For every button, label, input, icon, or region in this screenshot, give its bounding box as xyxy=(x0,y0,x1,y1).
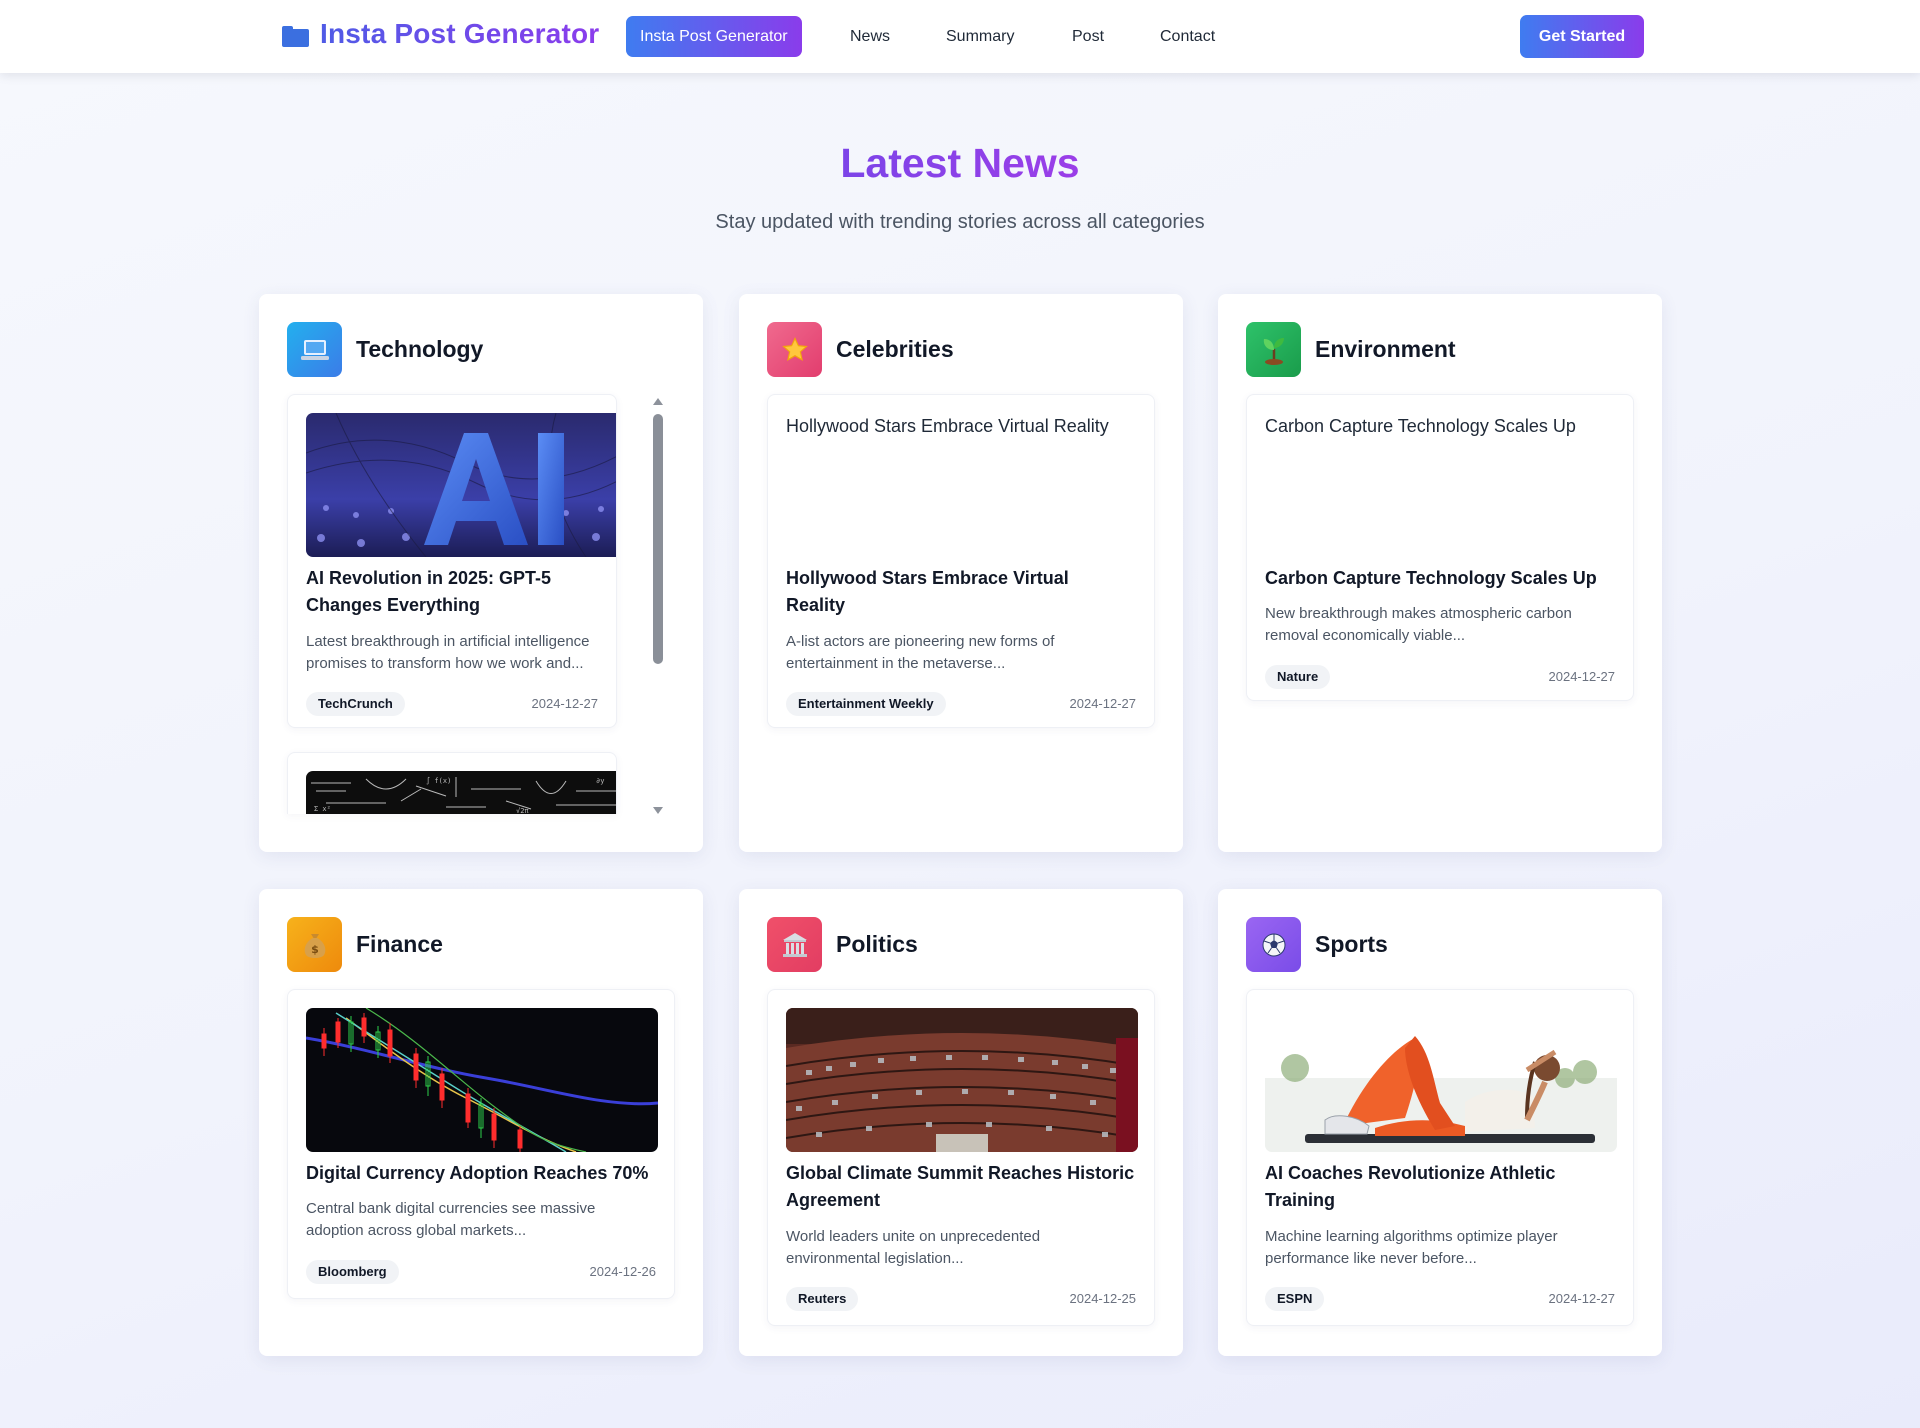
svg-text:$: $ xyxy=(311,943,319,956)
category-card-finance: $ Finance Digital Currency Adoption Reac… xyxy=(259,889,703,1356)
article-image xyxy=(786,1008,1138,1152)
source-badge: Nature xyxy=(1265,665,1331,689)
nav-link-news[interactable]: News xyxy=(836,16,904,57)
article-title[interactable]: AI Coaches Revolutionize Athletic Traini… xyxy=(1265,1160,1595,1214)
article-date: 2024-12-27 xyxy=(1548,1291,1616,1306)
nav-link-contact[interactable]: Contact xyxy=(1146,16,1229,57)
page-subtitle: Stay updated with trending stories acros… xyxy=(715,211,1205,233)
category-title: Sports xyxy=(1315,931,1388,957)
get-started-button[interactable]: Get Started xyxy=(1520,15,1644,58)
category-card-environment: Environment Carbon Capture Technology Sc… xyxy=(1218,294,1662,852)
nav-link-summary[interactable]: Summary xyxy=(932,16,1028,57)
category-card-politics: Politics Global Climate Summit Reaches H… xyxy=(739,889,1183,1356)
source-badge: ESPN xyxy=(1265,1287,1325,1311)
category-title: Finance xyxy=(356,931,443,957)
news-article-card[interactable]: Hollywood Stars Embrace Virtual Reality … xyxy=(767,394,1155,728)
folder-icon xyxy=(282,26,309,48)
star-icon xyxy=(767,322,822,377)
article-description: Machine learning algorithms optimize pla… xyxy=(1265,1228,1558,1267)
category-title: Technology xyxy=(356,336,484,362)
category-card-sports: Sports AI Coaches Revolutionize Athletic… xyxy=(1218,889,1662,1356)
svg-text:√2π: √2π xyxy=(516,807,529,814)
article-description: World leaders unite on unprecedented env… xyxy=(786,1228,1041,1267)
article-image xyxy=(1265,1008,1617,1152)
svg-text:∫ f(x): ∫ f(x) xyxy=(426,776,451,785)
article-title[interactable]: Carbon Capture Technology Scales Up xyxy=(1265,565,1615,592)
category-card-technology: Technology AI Revolution in 2025: GPT-5 … xyxy=(259,294,703,852)
broken-image-alt-text: Hollywood Stars Embrace Virtual Reality xyxy=(786,416,1109,436)
brand-name: Insta Post Generator xyxy=(320,18,600,49)
scrollbar[interactable] xyxy=(652,398,664,814)
seedling-icon xyxy=(1246,322,1301,377)
source-badge: Reuters xyxy=(786,1287,859,1311)
article-description: Latest breakthrough in artificial intell… xyxy=(306,633,590,672)
category-title: Environment xyxy=(1315,336,1456,362)
article-description: New breakthrough makes atmospheric carbo… xyxy=(1265,605,1572,644)
category-card-celebrities: Celebrities Hollywood Stars Embrace Virt… xyxy=(739,294,1183,852)
svg-text:Σ x²: Σ x² xyxy=(314,805,331,813)
money-bag-icon: $ xyxy=(287,917,342,972)
article-image xyxy=(306,413,616,557)
scroll-down-arrow-icon[interactable] xyxy=(653,807,663,814)
svg-text:∂y: ∂y xyxy=(596,777,604,785)
article-image: Σ x² ∫ f(x) √2π ∂y xyxy=(306,771,616,814)
category-title: Politics xyxy=(836,931,918,957)
article-title[interactable]: Digital Currency Adoption Reaches 70% xyxy=(306,1160,666,1187)
classical-building-icon xyxy=(767,917,822,972)
article-date: 2024-12-27 xyxy=(531,696,599,711)
news-article-card[interactable]: AI Coaches Revolutionize Athletic Traini… xyxy=(1246,989,1634,1326)
article-date: 2024-12-26 xyxy=(589,1264,657,1279)
category-title: Celebrities xyxy=(836,336,954,362)
article-title[interactable]: AI Revolution in 2025: GPT-5 Changes Eve… xyxy=(306,565,606,619)
news-article-card[interactable]: Σ x² ∫ f(x) √2π ∂y xyxy=(287,752,617,814)
scroll-up-arrow-icon[interactable] xyxy=(653,398,663,405)
page-title: Latest News xyxy=(840,140,1080,186)
top-navbar: Insta Post Generator Insta Post Generato… xyxy=(0,0,1920,73)
brand-logo[interactable]: Insta Post Generator xyxy=(282,18,599,50)
article-date: 2024-12-27 xyxy=(1069,696,1137,711)
source-badge: Bloomberg xyxy=(306,1260,399,1284)
news-article-card[interactable]: Digital Currency Adoption Reaches 70% Ce… xyxy=(287,989,675,1299)
article-title[interactable]: Hollywood Stars Embrace Virtual Reality xyxy=(786,565,1116,619)
news-article-card[interactable]: Global Climate Summit Reaches Historic A… xyxy=(767,989,1155,1326)
nav-link-post[interactable]: Post xyxy=(1058,16,1118,57)
source-badge: Entertainment Weekly xyxy=(786,692,946,716)
article-date: 2024-12-27 xyxy=(1548,669,1616,684)
article-image xyxy=(306,1008,658,1152)
article-date: 2024-12-25 xyxy=(1069,1291,1137,1306)
news-article-card[interactable]: AI Revolution in 2025: GPT-5 Changes Eve… xyxy=(287,394,617,728)
article-description: A-list actors are pioneering new forms o… xyxy=(786,633,1055,672)
article-title[interactable]: Global Climate Summit Reaches Historic A… xyxy=(786,1160,1146,1214)
soccer-ball-icon xyxy=(1246,917,1301,972)
source-badge: TechCrunch xyxy=(306,692,405,716)
article-description: Central bank digital currencies see mass… xyxy=(306,1200,596,1239)
laptop-icon xyxy=(287,322,342,377)
nav-link-insta-post-generator[interactable]: Insta Post Generator xyxy=(626,16,802,57)
broken-image-alt-text: Carbon Capture Technology Scales Up xyxy=(1265,416,1576,436)
scrollbar-thumb[interactable] xyxy=(653,414,663,664)
news-article-card[interactable]: Carbon Capture Technology Scales Up Carb… xyxy=(1246,394,1634,701)
